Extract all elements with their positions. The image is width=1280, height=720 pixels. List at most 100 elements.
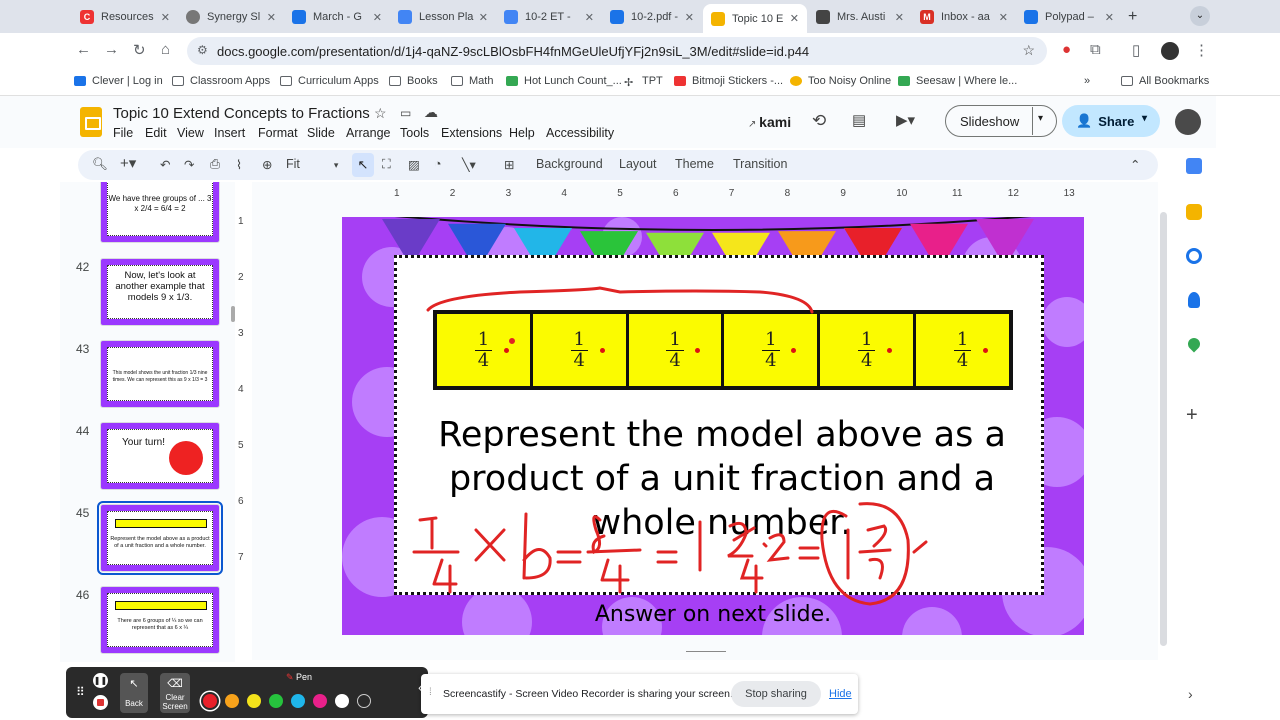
new-tab-icon[interactable]: + <box>1128 8 1137 26</box>
pen-color-swatch[interactable] <box>335 694 349 708</box>
site-info-icon[interactable]: ⚙ <box>197 43 208 57</box>
tab-search-icon[interactable]: ⌄ <box>1190 6 1210 26</box>
star-icon[interactable]: ☆ <box>1022 42 1035 59</box>
expand-panel-icon[interactable]: › <box>1188 686 1193 702</box>
search-menus-icon[interactable]: 🔍︎ <box>92 157 108 172</box>
close-icon[interactable]: ✕ <box>895 11 904 24</box>
browser-tab[interactable]: 10-2 ET - ✕ <box>496 4 602 30</box>
image-icon[interactable]: ▨ <box>408 157 420 172</box>
menu-accessibility[interactable]: Accessibility <box>546 126 614 140</box>
zoom-select[interactable]: Fit ▾ <box>286 157 338 171</box>
print-icon[interactable]: ⎙ <box>210 157 220 172</box>
keep-icon[interactable] <box>1186 204 1202 220</box>
bookmark-hot-lunch[interactable]: Hot Lunch Count_... <box>506 75 622 87</box>
bookmark-seesaw[interactable]: Seesaw | Where le... <box>898 75 1017 87</box>
close-icon[interactable]: ✕ <box>373 11 382 24</box>
browser-tab[interactable]: Synergy Sl ✕ <box>178 4 284 30</box>
bookmark-tpt[interactable]: ✢ TPT <box>624 75 663 89</box>
hide-link[interactable]: Hide <box>829 688 852 700</box>
slide-thumbnail[interactable]: Now, let's look at another example that … <box>100 258 220 326</box>
tasks-icon[interactable] <box>1186 248 1202 264</box>
pen-color-swatch[interactable] <box>247 694 261 708</box>
add-addon-icon[interactable]: + <box>1186 404 1198 427</box>
menu-slide[interactable]: Slide <box>307 126 335 140</box>
contacts-icon[interactable] <box>1188 292 1200 308</box>
close-icon[interactable]: ✕ <box>999 11 1008 24</box>
menu-insert[interactable]: Insert <box>214 126 245 140</box>
close-icon[interactable]: ✕ <box>1105 11 1114 24</box>
close-icon[interactable]: ✕ <box>790 12 799 25</box>
browser-tab[interactable]: M Inbox - aa ✕ <box>912 4 1016 30</box>
close-icon[interactable]: ✕ <box>585 11 594 24</box>
bookmark-bitmoji[interactable]: Bitmoji Stickers -... <box>674 75 783 87</box>
menu-help[interactable]: Help <box>509 126 535 140</box>
bookmark-folder[interactable]: Curriculum Apps <box>280 75 379 87</box>
speaker-notes-handle[interactable] <box>686 651 726 652</box>
star-icon[interactable]: ☆ <box>374 105 387 122</box>
browser-tab[interactable]: C Resources ✕ <box>72 4 178 30</box>
browser-tab-active[interactable]: Topic 10 E ✕ <box>703 4 807 33</box>
extensions-puzzle-icon[interactable]: ⧉ <box>1090 41 1101 58</box>
browser-tab[interactable]: Lesson Pla ✕ <box>390 4 496 30</box>
menu-tools[interactable]: Tools <box>400 126 429 140</box>
reload-icon[interactable]: ↻ <box>133 41 146 59</box>
pause-icon[interactable]: ❚❚ <box>93 673 108 688</box>
close-icon[interactable]: ✕ <box>267 11 276 24</box>
bookmark-too-noisy[interactable]: Too Noisy Online <box>790 75 891 87</box>
extension-icon[interactable]: ● <box>1062 41 1071 58</box>
slide-thumbnail[interactable]: There are 6 groups of ¼ so we can repres… <box>100 586 220 654</box>
bookmark-folder[interactable]: Classroom Apps <box>172 75 270 87</box>
more-bookmarks-icon[interactable]: » <box>1084 75 1090 87</box>
close-icon[interactable]: ✕ <box>685 11 694 24</box>
slides-logo-icon[interactable] <box>80 107 102 137</box>
move-folder-icon[interactable]: ▭ <box>400 106 411 120</box>
meet-icon[interactable]: ▶▾ <box>896 111 915 129</box>
menu-view[interactable]: View <box>177 126 204 140</box>
menu-arrange[interactable]: Arrange <box>346 126 390 140</box>
zoom-icon[interactable]: ⊕ <box>262 157 272 172</box>
drag-handle-icon[interactable]: ⠿ <box>76 685 85 699</box>
browser-tab[interactable]: 10-2.pdf - ✕ <box>602 4 702 30</box>
document-title[interactable]: Topic 10 Extend Concepts to Fractions <box>113 105 370 122</box>
pen-color-swatch[interactable] <box>225 694 239 708</box>
address-bar[interactable]: ⚙ docs.google.com/presentation/d/1j4-qaN… <box>187 37 1047 65</box>
menu-format[interactable]: Format <box>258 126 298 140</box>
calendar-icon[interactable] <box>1186 158 1202 174</box>
version-history-icon[interactable]: ⟲ <box>812 111 826 131</box>
all-bookmarks[interactable]: All Bookmarks <box>1121 75 1209 87</box>
menu-file[interactable]: File <box>113 126 133 140</box>
slide-thumbnail[interactable]: Your turn! <box>100 422 220 490</box>
clear-screen-button[interactable]: ⌫ Clear Screen <box>160 673 190 713</box>
menu-edit[interactable]: Edit <box>145 126 167 140</box>
slide-thumbnail[interactable]: This model shows the unit fraction 1/3 n… <box>100 340 220 408</box>
side-panel-icon[interactable]: ▯ <box>1132 41 1140 59</box>
chevron-down-icon[interactable]: ▾ <box>1038 113 1043 124</box>
home-icon[interactable]: ⌂ <box>161 41 170 58</box>
close-icon[interactable]: ✕ <box>479 11 488 24</box>
browser-menu-icon[interactable]: ⋮ <box>1194 41 1209 59</box>
pen-color-swatch[interactable] <box>357 694 371 708</box>
maps-icon[interactable] <box>1185 335 1203 353</box>
select-tool-icon[interactable]: ↖ <box>352 153 374 177</box>
stop-sharing-button[interactable]: Stop sharing <box>731 681 821 707</box>
chevron-down-icon[interactable]: ▾ <box>1142 113 1147 124</box>
pen-tool-label[interactable]: ✎ Pen <box>286 672 312 683</box>
menu-extensions[interactable]: Extensions <box>441 126 502 140</box>
browser-tab[interactable]: Mrs. Austi ✕ <box>808 4 912 30</box>
bookmark-folder[interactable]: Math <box>451 75 493 87</box>
stop-recording-icon[interactable] <box>93 695 108 710</box>
drag-handle-icon[interactable]: ⁞ <box>429 687 432 698</box>
pen-color-swatch[interactable] <box>313 694 327 708</box>
paint-format-icon[interactable]: ⌇ <box>236 157 242 172</box>
theme-button[interactable]: Theme <box>675 157 714 171</box>
layout-button[interactable]: Layout <box>619 157 657 171</box>
redo-icon[interactable]: ↷ <box>184 157 194 172</box>
share-button[interactable]: 👤 Share ▾ <box>1062 105 1160 137</box>
pen-color-swatch[interactable] <box>203 694 217 708</box>
forward-icon[interactable]: → <box>104 41 119 58</box>
browser-tab[interactable]: March - G ✕ <box>284 4 390 30</box>
pen-color-swatch[interactable] <box>291 694 305 708</box>
bookmark-clever[interactable]: Clever | Log in <box>74 75 163 87</box>
collapse-toolbar-icon[interactable]: ⌃ <box>1130 157 1140 172</box>
back-tool-button[interactable]: ↖ Back <box>120 673 148 713</box>
